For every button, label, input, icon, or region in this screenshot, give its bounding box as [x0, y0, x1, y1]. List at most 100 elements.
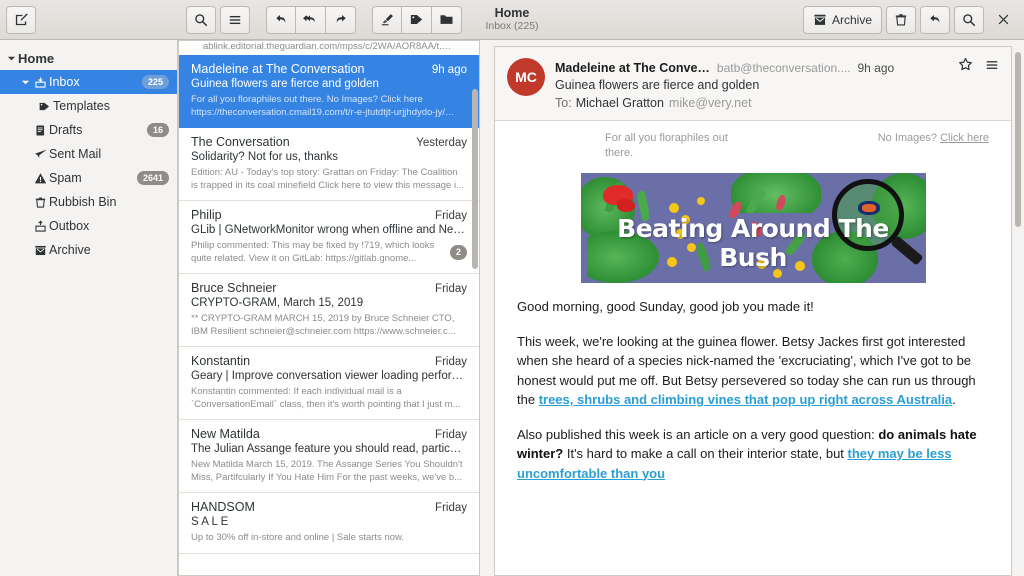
email-recipients: To:Michael Grattonmike@very.net — [555, 96, 999, 110]
close-window-button[interactable] — [988, 6, 1018, 34]
sidebar-item-label: Sent Mail — [49, 147, 101, 161]
list-item-header: Philip Friday — [191, 208, 467, 222]
chevron-down-icon[interactable] — [4, 54, 18, 63]
email-header: MC Madeleine at The Conve… batb@theconve… — [495, 47, 1011, 121]
list-item-preview-row: For all you floraphiles out there. No Im… — [191, 94, 467, 119]
search-button[interactable] — [186, 6, 216, 34]
list-item[interactable]: HANDSOM Friday S A L E Up to 30% off in-… — [179, 493, 479, 554]
archive-button[interactable]: Archive — [803, 6, 882, 34]
reply-button[interactable] — [266, 6, 296, 34]
list-item-sender: Bruce Schneier — [191, 281, 427, 295]
outbox-icon — [32, 220, 49, 233]
list-item-preview: For all you floraphiles out there. No Im… — [191, 94, 467, 119]
hamburger-menu-icon[interactable] — [985, 58, 999, 72]
email-sender-name: Madeleine at The Conve… — [555, 61, 710, 75]
list-item[interactable]: Philip Friday GLib | GNetworkMonitor wro… — [179, 201, 479, 274]
chevron-down-icon[interactable] — [18, 78, 32, 87]
mark-message-button[interactable] — [372, 6, 402, 34]
preheader-text: For all you floraphiles out there. — [605, 131, 755, 161]
email-subject: Guinea flowers are fierce and golden — [555, 78, 999, 92]
conversation-viewer-pane: MC Madeleine at The Conve… batb@theconve… — [488, 40, 1024, 576]
conversation-card: MC Madeleine at The Conve… batb@theconve… — [494, 46, 1012, 576]
list-item-preview: ** CRYPTO-GRAM MARCH 15, 2019 by Bruce S… — [191, 313, 467, 338]
toolbar-mid-group — [186, 6, 462, 34]
star-icon[interactable] — [958, 57, 973, 72]
clipped-preview-text: ablink.editorial.theguardian.com/mpss/c/… — [191, 41, 467, 52]
message-list-scrollbar[interactable] — [472, 89, 478, 269]
list-item-header: Madeleine at The Conversation 9h ago — [191, 62, 467, 76]
beetle-illustration — [858, 201, 880, 215]
list-item[interactable]: Konstantin Friday Geary | Improve conver… — [179, 347, 479, 420]
sidebar-item-label: Outbox — [49, 219, 89, 233]
page-subtitle: Inbox (225) — [485, 20, 538, 33]
list-item[interactable]: New Matilda Friday The Julian Assange fe… — [179, 420, 479, 493]
australia-plants-link[interactable]: trees, shrubs and climbing vines that po… — [539, 392, 952, 407]
forward-icon — [333, 12, 348, 27]
to-label: To: — [555, 96, 572, 110]
email-banner-image: Beating Around The Bush — [581, 173, 926, 283]
email-paragraph-3: Also published this week is an article o… — [517, 425, 989, 484]
find-in-message-button[interactable] — [954, 6, 984, 34]
email-preheader: For all you floraphiles out there. No Im… — [495, 131, 1011, 161]
conversation-scrollbar[interactable] — [1015, 52, 1021, 227]
sidebar-item-rubbish-bin[interactable]: Rubbish Bin — [0, 190, 177, 214]
list-item-sender: Konstantin — [191, 354, 427, 368]
folder-sidebar: Home Inbox 225 Templates — [0, 40, 178, 576]
paragraph-2-text-b: . — [952, 392, 956, 407]
trash-icon — [894, 13, 908, 27]
list-item-preview-row: Konstantin commented: If each individual… — [191, 386, 467, 411]
sidebar-item-archive[interactable]: Archive — [0, 238, 177, 262]
reply-all-button[interactable] — [296, 6, 326, 34]
list-item-subject: CRYPTO-GRAM, March 15, 2019 — [191, 297, 467, 309]
hamburger-menu-icon — [228, 13, 242, 27]
email-body: For all you floraphiles out there. No Im… — [495, 121, 1011, 573]
sidebar-item-home[interactable]: Home — [0, 46, 177, 70]
spam-icon — [32, 172, 49, 185]
delete-button[interactable] — [886, 6, 916, 34]
undo-button[interactable] — [920, 6, 950, 34]
email-timestamp: 9h ago — [858, 61, 895, 75]
move-to-folder-button[interactable] — [432, 6, 462, 34]
list-item[interactable]: Madeleine at The Conversation 9h ago Gui… — [179, 55, 479, 128]
drafts-icon — [32, 124, 49, 137]
list-item-header: The Conversation Yesterday — [191, 135, 467, 149]
unread-badge: 225 — [142, 75, 169, 89]
email-sender-address: batb@theconversation.... — [717, 61, 851, 75]
sidebar-item-outbox[interactable]: Outbox — [0, 214, 177, 238]
list-item-date: Friday — [435, 502, 467, 514]
conversation-count-badge: 2 — [450, 245, 467, 260]
email-body-text: Good morning, good Sunday, good job you … — [495, 283, 1011, 483]
message-list-pane: ablink.editorial.theguardian.com/mpss/c/… — [178, 40, 488, 576]
list-item-date: 9h ago — [432, 64, 467, 76]
email-client-window: Home Inbox (225) — [0, 0, 1024, 576]
label-message-button[interactable] — [402, 6, 432, 34]
sidebar-item-sent-mail[interactable]: Sent Mail — [0, 142, 177, 166]
sidebar-item-templates[interactable]: Templates — [0, 94, 177, 118]
search-icon — [194, 13, 208, 27]
list-item-sender: Philip — [191, 208, 427, 222]
email-header-actions — [948, 57, 999, 72]
list-item-clipped[interactable]: ablink.editorial.theguardian.com/mpss/c/… — [179, 41, 479, 55]
forward-button[interactable] — [326, 6, 356, 34]
sidebar-item-drafts[interactable]: Drafts 16 — [0, 118, 177, 142]
folder-icon — [439, 12, 454, 27]
list-item-date: Friday — [435, 356, 467, 368]
archive-icon — [32, 244, 49, 257]
list-item-preview-row: ** CRYPTO-GRAM MARCH 15, 2019 by Bruce S… — [191, 313, 467, 338]
list-item[interactable]: Bruce Schneier Friday CRYPTO-GRAM, March… — [179, 274, 479, 347]
sidebar-item-inbox[interactable]: Inbox 225 — [0, 70, 177, 94]
reply-button-group — [266, 6, 356, 34]
list-item[interactable]: The Conversation Yesterday Solidarity? N… — [179, 128, 479, 201]
show-images-link[interactable]: Click here — [940, 132, 989, 144]
list-item-date: Friday — [435, 283, 467, 295]
undo-icon — [928, 12, 943, 27]
list-item-preview: New Matilda March 15, 2019. The Assange … — [191, 459, 467, 484]
toolbar-right-group: Archive — [803, 6, 1018, 34]
main-menu-button[interactable] — [220, 6, 250, 34]
sidebar-item-spam[interactable]: Spam 2641 — [0, 166, 177, 190]
compose-button[interactable] — [6, 6, 36, 34]
inbox-icon — [32, 76, 49, 89]
list-item-preview: Konstantin commented: If each individual… — [191, 386, 467, 411]
archive-button-label: Archive — [832, 13, 872, 27]
search-icon — [962, 13, 976, 27]
